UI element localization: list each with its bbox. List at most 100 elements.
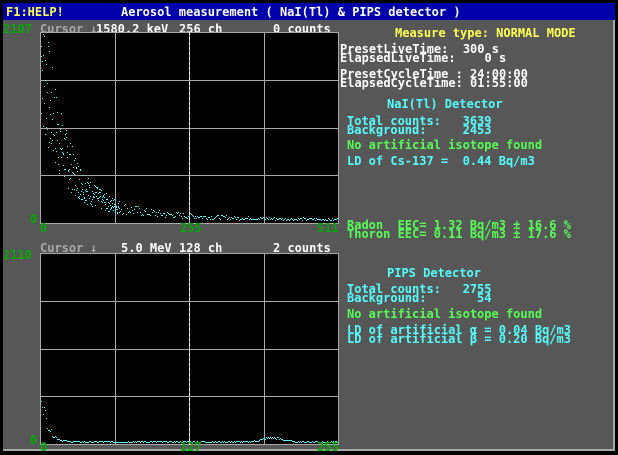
pips-spectrum-point <box>94 441 95 442</box>
nai-spectrum-point <box>210 219 211 220</box>
pips-spectrum-point <box>242 442 243 443</box>
nai-spectrum-point <box>222 215 223 216</box>
pips-spectrum-point <box>50 431 51 432</box>
nai-spectrum-point <box>80 170 81 171</box>
pips-spectrum-point <box>309 442 310 443</box>
nai-spectrum-point <box>106 199 107 200</box>
pips-spectrum-point <box>175 442 176 443</box>
pips-spectrum-point <box>108 441 109 442</box>
pips-spectrum-point <box>252 441 253 442</box>
pips-spectrum-point <box>58 439 59 440</box>
pips-spectrum-point <box>235 442 236 443</box>
nai-spectrum-point <box>125 204 126 205</box>
pips-spectrum-point <box>233 442 234 443</box>
nai-spectrum-point <box>184 216 185 217</box>
nai-spectrum-point <box>86 189 87 190</box>
nai-spectrum-point <box>94 194 95 195</box>
pips-spectrum-point <box>76 441 77 442</box>
nai-spectrum-point <box>119 212 120 213</box>
pips-spectrum-point <box>265 439 266 440</box>
pips-spectrum-point <box>282 439 283 440</box>
nai-spectrum-point <box>102 199 103 200</box>
nai-spectrum-point <box>180 213 181 214</box>
nai-spectrum-point <box>60 148 61 149</box>
pips-spectrum-point <box>228 441 229 442</box>
nai-spectrum-point <box>84 197 85 198</box>
pips-spectrum-point <box>137 441 138 442</box>
nai-spectrum-point <box>51 143 52 144</box>
nai-spectrum-point <box>276 218 277 219</box>
nai-spectrum-point <box>94 197 95 198</box>
bottom-ymin-label: 0 <box>30 433 38 447</box>
nai-spectrum-point <box>75 185 76 186</box>
pips-spectrum-point <box>171 441 172 442</box>
nai-spectrum-point <box>132 210 133 211</box>
nai-spectrum-point <box>60 131 61 132</box>
pips-spectrum-point <box>237 441 238 442</box>
nai-spectrum-point <box>83 194 84 195</box>
nai-spectrum-point <box>57 124 58 125</box>
nai-spectrum-point <box>79 196 80 197</box>
nai-spectrum-point <box>47 92 48 93</box>
nai-spectrum-point <box>293 220 294 221</box>
nai-spectrum-plot[interactable] <box>40 32 339 224</box>
nai-spectrum-point <box>83 175 84 176</box>
pips-spectrum-point <box>131 442 132 443</box>
pips-spectrum-point <box>43 414 44 415</box>
nai-spectrum-point <box>224 216 225 217</box>
nai-spectrum-point <box>63 154 64 155</box>
nai-spectrum-point <box>255 219 256 220</box>
nai-spectrum-point <box>217 215 218 216</box>
pips-spectrum-point <box>83 442 84 443</box>
pips-spectrum-point <box>268 437 269 438</box>
nai-spectrum-point <box>263 217 264 218</box>
nai-spectrum-point <box>260 217 261 218</box>
nai-spectrum-point <box>48 46 49 47</box>
pips-spectrum-point <box>69 441 70 442</box>
nai-spectrum-point <box>115 212 116 213</box>
nai-spectrum-point <box>162 215 163 216</box>
nai-spectrum-point <box>82 189 83 190</box>
nai-spectrum-point <box>239 220 240 221</box>
nai-spectrum-point <box>164 213 165 214</box>
pips-spectrum-point <box>256 441 257 442</box>
nai-spectrum-point <box>72 189 73 190</box>
nai-spectrum-point <box>114 206 115 207</box>
pips-spectrum-point <box>161 441 162 442</box>
pips-spectrum-point <box>62 441 63 442</box>
nai-spectrum-point <box>63 165 64 166</box>
pips-spectrum-point <box>299 442 300 443</box>
nai-spectrum-point <box>69 179 70 180</box>
nai-spectrum-point <box>124 205 125 206</box>
nai-spectrum-point <box>49 51 50 52</box>
nai-spectrum-point <box>311 218 312 219</box>
nai-spectrum-point <box>205 216 206 217</box>
nai-spectrum-point <box>117 213 118 214</box>
nai-spectrum-point <box>261 218 262 219</box>
nai-spectrum-point <box>150 215 151 216</box>
nai-spectrum-point <box>71 175 72 176</box>
nai-spectrum-point <box>206 218 207 219</box>
pips-spectrum-point <box>46 418 47 419</box>
pips-spectrum-plot[interactable] <box>40 253 339 445</box>
pips-spectrum-point <box>212 441 213 442</box>
pips-spectrum-point <box>102 441 103 442</box>
nai-spectrum-point <box>213 219 214 220</box>
nai-spectrum-point <box>71 192 72 193</box>
nai-spectrum-point <box>268 219 269 220</box>
nai-spectrum-point <box>297 220 298 221</box>
nai-spectrum-point <box>134 209 135 210</box>
pips-spectrum-point <box>208 442 209 443</box>
nai-spectrum-point <box>335 219 336 220</box>
nai-spectrum-point <box>92 199 93 200</box>
pips-spectrum-point <box>204 441 205 442</box>
nai-spectrum-point <box>226 215 227 216</box>
help-hotkey[interactable]: F1:HELP! <box>6 6 64 18</box>
nai-spectrum-point <box>84 198 85 199</box>
pips-spectrum-point <box>124 442 125 443</box>
pips-spectrum-point <box>314 442 315 443</box>
nai-spectrum-point <box>245 218 246 219</box>
pips-spectrum-point <box>231 441 232 442</box>
pips-spectrum-point <box>312 441 313 442</box>
pips-spectrum-point <box>259 440 260 441</box>
